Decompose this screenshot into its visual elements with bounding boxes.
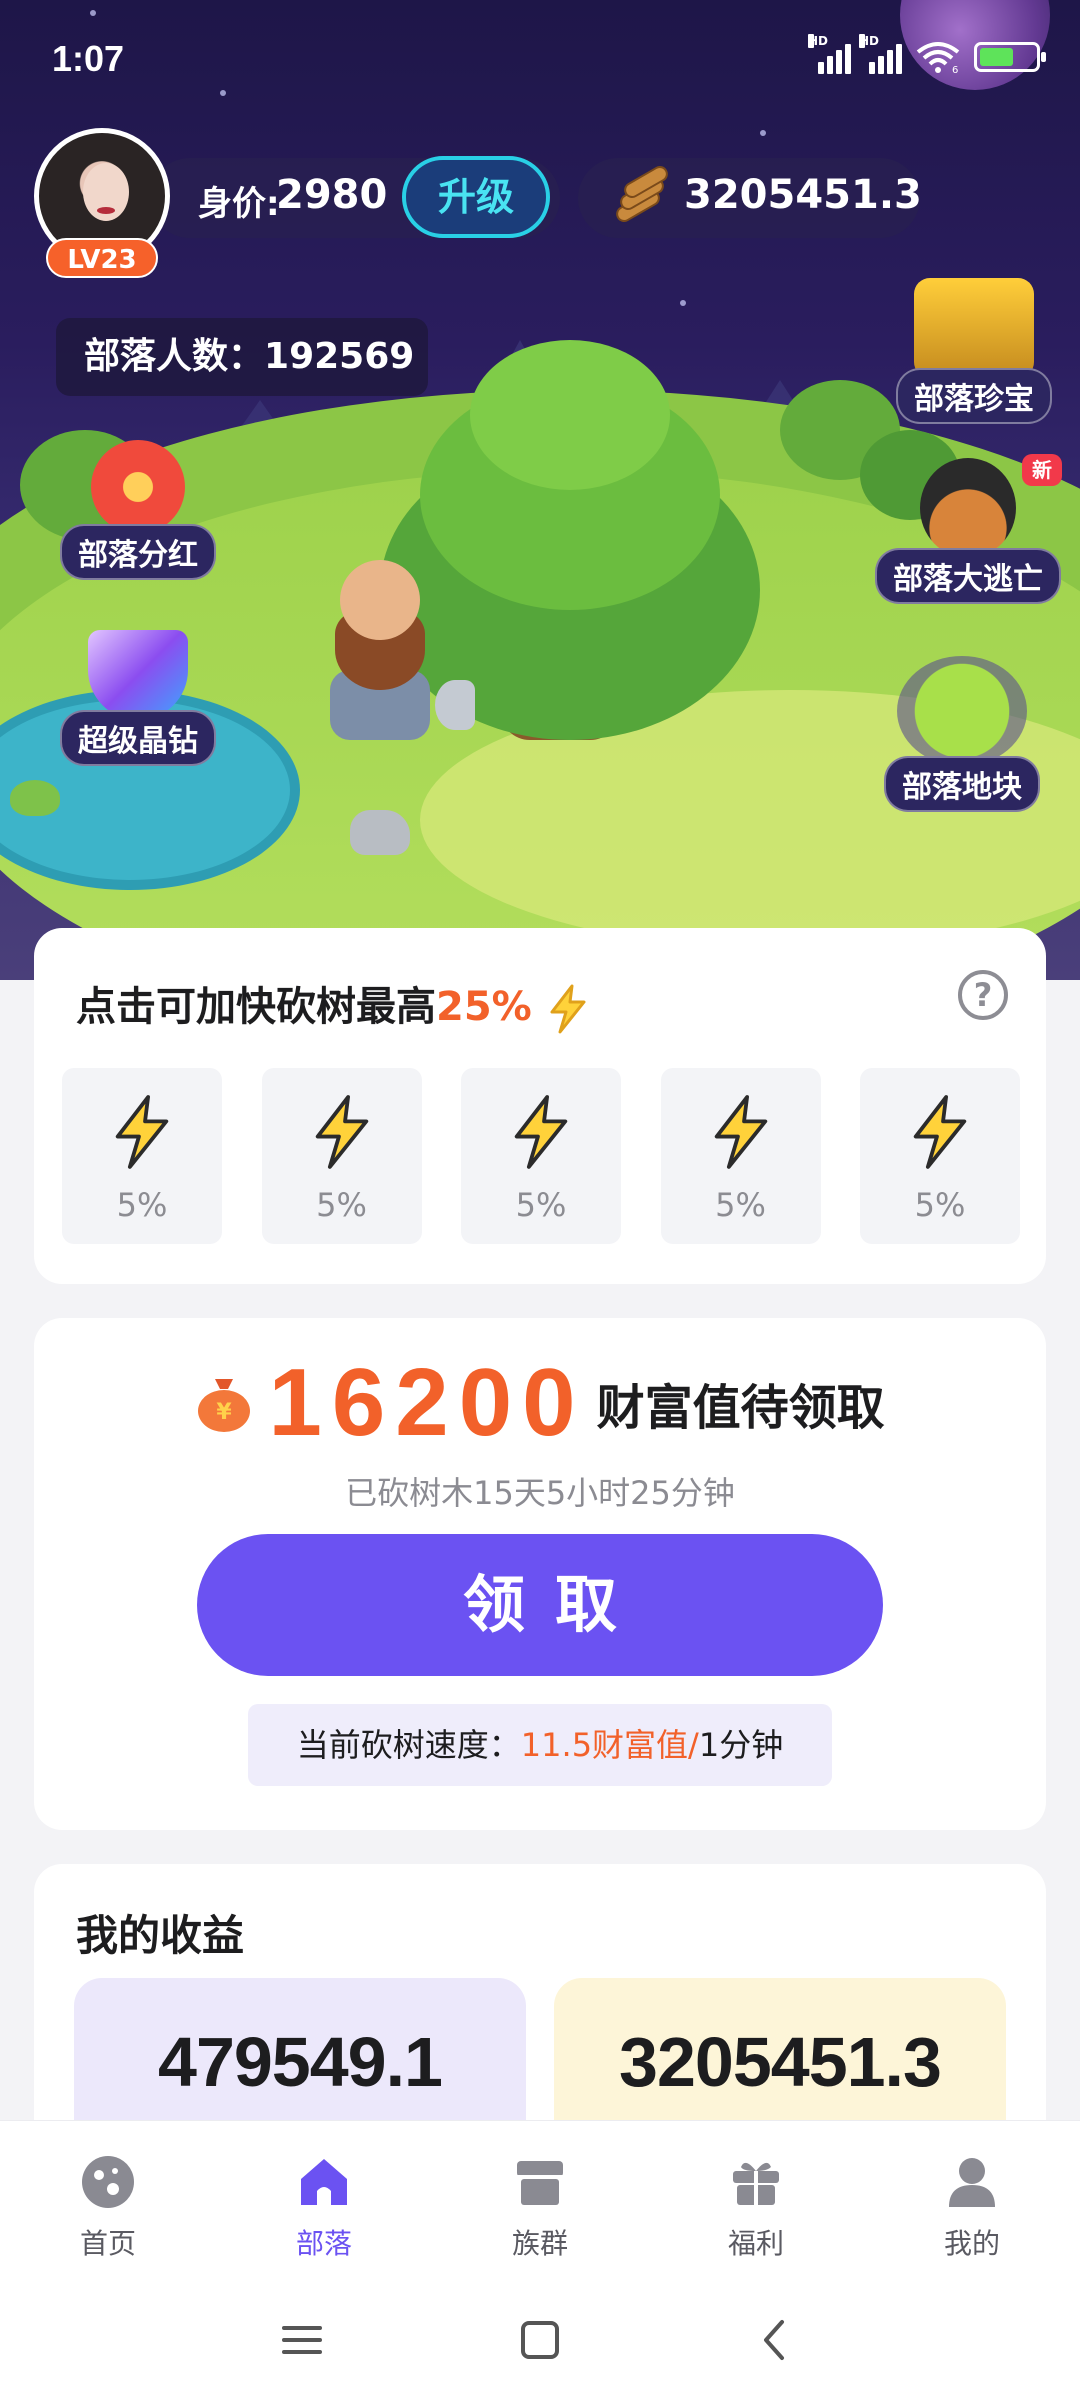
tribe-dividend-label: 部落分红 (60, 524, 216, 580)
store-icon (517, 2161, 563, 2205)
chopped-duration: 已砍树木15天5小时25分钟 (345, 1474, 735, 1512)
tribe-land-label: 部落地块 (884, 756, 1040, 812)
pending-wealth: ¥ 16200 财富值待领取 (34, 1348, 1046, 1458)
tribe-treasure-label: 部落珍宝 (896, 368, 1052, 424)
nav-tribe-label: 部落 (295, 2227, 352, 2260)
star (760, 130, 766, 136)
lightning-icon (714, 1095, 767, 1169)
boost-tile[interactable]: 5% (261, 1068, 422, 1244)
system-nav-bar (0, 2280, 1080, 2400)
wifi-icon: 6 (916, 42, 960, 74)
nav-home-label: 首页 (79, 2227, 136, 2260)
status-bar: 1:07 HD HD 6 (0, 0, 1080, 120)
tribe-escape-label: 部落大逃亡 (875, 548, 1061, 604)
back-icon[interactable] (746, 2310, 806, 2370)
nav-home[interactable]: 首页 (0, 2121, 216, 2280)
rock (350, 810, 410, 855)
battery-icon (974, 42, 1046, 72)
tree-canopy (470, 340, 670, 490)
gift-icon (733, 2162, 779, 2205)
money-bag-icon: ¥ (198, 1379, 251, 1432)
upgrade-button[interactable]: 升级 (402, 156, 550, 238)
super-diamond-label: 超级晶钻 (60, 710, 216, 766)
nav-tribe[interactable]: 部落 (216, 2121, 432, 2280)
home-square-icon[interactable] (510, 2310, 570, 2370)
user-icon (949, 2158, 995, 2207)
tribe-member-count: 部落人数：192569 (56, 318, 428, 396)
signal-icon: HD (808, 34, 851, 74)
planet-icon (82, 2156, 134, 2208)
svg-text:¥: ¥ (217, 1400, 233, 1425)
tribe-scene[interactable]: 部落珍宝 部落分红 新 部落大逃亡 超级晶钻 部落地块 (0, 0, 1080, 980)
clock: 1:07 (52, 38, 125, 79)
boost-tile[interactable]: 5% (860, 1068, 1020, 1244)
star (680, 300, 686, 306)
boost-tile[interactable]: 5% (461, 1068, 621, 1244)
boost-tile[interactable]: 5% (660, 1068, 821, 1244)
boost-title: 点击可加快砍树最高25% (76, 974, 590, 1034)
lightning-icon (514, 1095, 568, 1169)
earnings-wealth-value: 479549.1 (158, 2023, 443, 2101)
boost-tile[interactable]: 5% (62, 1068, 222, 1244)
svg-text:6: 6 (952, 65, 958, 74)
tribe-escape-button[interactable]: 新 部落大逃亡 (868, 454, 1068, 604)
nav-profile[interactable]: 我的 (864, 2121, 1080, 2280)
red-envelope-icon (91, 440, 185, 534)
axe-icon (435, 680, 475, 730)
tribe-dividend-button[interactable]: 部落分红 (58, 440, 218, 580)
tribe-treasure-button[interactable]: 部落珍宝 (894, 278, 1054, 424)
nav-welfare[interactable]: 福利 (648, 2121, 864, 2280)
signal-icon: HD (859, 34, 902, 74)
earnings-title: 我的收益 (76, 1911, 245, 1960)
tribe-land-button[interactable]: 部落地块 (872, 656, 1052, 812)
help-icon[interactable]: ? (958, 970, 1008, 1020)
nav-welfare-label: 福利 (727, 2227, 784, 2260)
claim-button[interactable]: 领取 (197, 1534, 883, 1676)
pending-wealth-amount: 16200 (268, 1349, 586, 1456)
value-label: 身价: (198, 184, 280, 224)
pirate-icon (920, 458, 1016, 558)
nav-profile-label: 我的 (943, 2227, 1000, 2260)
nav-group[interactable]: 族群 (432, 2121, 648, 2280)
lightning-icon (315, 1095, 368, 1169)
treasure-chest-icon (914, 278, 1034, 378)
frog-decoration (10, 780, 60, 816)
super-diamond-button[interactable]: 超级晶钻 (58, 630, 218, 766)
bottom-nav: 首页 部落 族群 福利 我的 (0, 2120, 1080, 2280)
menu-icon[interactable] (272, 2310, 332, 2370)
land-block-icon (897, 656, 1027, 766)
wood-balance: 3205451.3 (578, 158, 922, 238)
earnings-card: 我的收益 479549.1 3205451.3 (34, 1864, 1046, 2164)
wood-amount: 3205451.3 (684, 172, 922, 218)
lightning-icon (115, 1095, 169, 1169)
lightning-icon (550, 984, 586, 1034)
wood-logs-icon (610, 163, 671, 225)
chop-speed: 当前砍树速度：11.5财富值/1分钟 (248, 1704, 832, 1786)
boost-card: 点击可加快砍树最高25% ? 5% 5% 5% 5% 5% (34, 928, 1046, 1284)
value-number: 2980 (276, 172, 388, 218)
earnings-wealth-box[interactable]: 479549.1 (74, 1978, 526, 2138)
earnings-wood-box[interactable]: 3205451.3 (554, 1978, 1006, 2138)
dwarf-character[interactable] (310, 560, 475, 760)
home-icon (301, 2159, 347, 2205)
pending-wealth-label: 财富值待领取 (596, 1380, 885, 1436)
claim-card: ¥ 16200 财富值待领取 已砍树木15天5小时25分钟 领取 当前砍树速度：… (34, 1318, 1046, 1830)
nav-group-label: 族群 (511, 2227, 568, 2260)
new-badge: 新 (1022, 454, 1062, 486)
earnings-wood-value: 3205451.3 (619, 2023, 942, 2101)
diamond-icon (88, 630, 188, 720)
lightning-icon (913, 1095, 967, 1169)
level-badge: LV23 (46, 238, 158, 278)
